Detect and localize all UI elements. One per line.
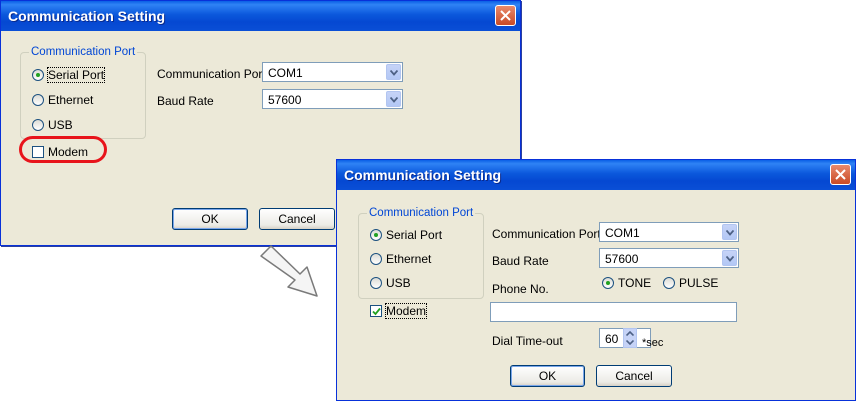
baud-rate-dropdown[interactable]: 57600 — [262, 89, 403, 109]
radio-ethernet[interactable]: Ethernet — [32, 92, 93, 108]
close-button[interactable] — [495, 5, 516, 26]
radio-serial-port[interactable]: Serial Port — [32, 67, 106, 83]
radio-serial-port[interactable]: Serial Port — [370, 227, 442, 243]
radio-usb[interactable]: USB — [370, 275, 411, 291]
cancel-button[interactable]: Cancel — [259, 208, 335, 230]
arrow-down-right-icon — [260, 245, 318, 297]
dropdown-value: COM1 — [268, 66, 303, 80]
title-bar[interactable]: Communication Setting — [337, 160, 855, 190]
communication-port-label: Communication Port — [492, 227, 601, 241]
modem-highlight-oval — [19, 136, 107, 163]
dial-timeout-label: Dial Time-out — [492, 334, 563, 348]
dial-timeout-unit: *sec — [642, 337, 664, 349]
communication-port-label: Communication Port — [157, 67, 266, 81]
dropdown-value: COM1 — [605, 226, 640, 240]
close-icon — [500, 10, 511, 21]
chevron-down-icon[interactable] — [722, 224, 737, 240]
radio-label: Serial Port — [46, 67, 106, 83]
radio-tone[interactable]: TONE — [602, 275, 651, 291]
baud-rate-label: Baud Rate — [157, 94, 214, 108]
dropdown-value: 57600 — [605, 252, 639, 266]
phone-number-label: Phone No. — [492, 282, 549, 296]
ok-button[interactable]: OK — [172, 208, 248, 230]
dial-timeout-stepper[interactable] — [623, 328, 637, 348]
radio-label: Ethernet — [48, 93, 94, 107]
group-label: Communication Port — [29, 45, 138, 59]
communication-setting-dialog-front: Communication Setting Communication Port… — [336, 159, 856, 401]
ok-button[interactable]: OK — [510, 365, 585, 387]
radio-button-icon[interactable] — [370, 229, 382, 241]
radio-usb[interactable]: USB — [32, 117, 73, 133]
radio-label: PULSE — [679, 276, 719, 290]
group-label: Communication Port — [367, 206, 476, 220]
radio-label: Ethernet — [386, 252, 432, 266]
close-icon — [835, 169, 846, 180]
radio-label: TONE — [618, 276, 652, 290]
radio-button-icon[interactable] — [370, 253, 382, 265]
chevron-down-icon[interactable] — [386, 64, 401, 80]
chevron-down-icon[interactable] — [386, 91, 401, 107]
modem-label: Modem — [384, 303, 428, 319]
dialog-title: Communication Setting — [344, 167, 502, 183]
spin-up-icon[interactable] — [624, 329, 636, 338]
radio-button-icon[interactable] — [602, 277, 614, 289]
checkmark-icon — [372, 307, 381, 316]
baud-rate-label: Baud Rate — [492, 254, 549, 268]
radio-button-icon[interactable] — [32, 119, 44, 131]
radio-label: USB — [48, 118, 73, 132]
radio-ethernet[interactable]: Ethernet — [370, 251, 431, 267]
dialog-title: Communication Setting — [8, 8, 166, 24]
communication-port-dropdown[interactable]: COM1 — [262, 62, 403, 82]
radio-label: Serial Port — [386, 228, 443, 242]
title-bar[interactable]: Communication Setting — [1, 1, 520, 31]
close-button[interactable] — [830, 164, 851, 185]
phone-number-field[interactable] — [490, 302, 737, 322]
radio-button-icon[interactable] — [32, 94, 44, 106]
cancel-button[interactable]: Cancel — [596, 365, 672, 387]
communication-port-dropdown[interactable]: COM1 — [599, 222, 739, 242]
checkbox-icon[interactable] — [370, 305, 382, 317]
radio-label: USB — [386, 276, 411, 290]
dropdown-value: 57600 — [268, 93, 302, 107]
radio-button-icon[interactable] — [370, 277, 382, 289]
radio-button-icon[interactable] — [32, 69, 44, 81]
modem-checkbox[interactable]: Modem — [370, 303, 428, 319]
baud-rate-dropdown[interactable]: 57600 — [599, 248, 739, 268]
spin-down-icon[interactable] — [624, 338, 636, 347]
radio-button-icon[interactable] — [663, 277, 675, 289]
chevron-down-icon[interactable] — [722, 250, 737, 266]
radio-pulse[interactable]: PULSE — [663, 275, 718, 291]
